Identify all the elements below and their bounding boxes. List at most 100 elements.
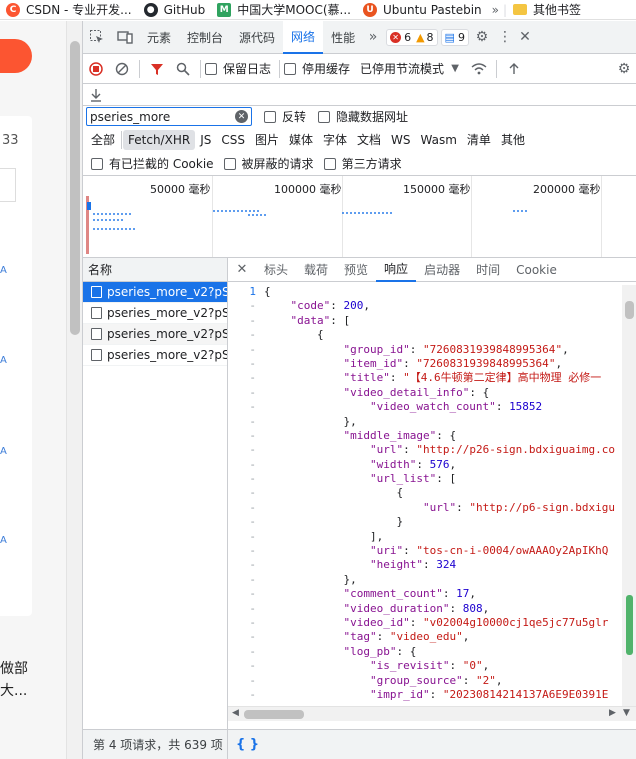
request-name: pseries_more_v2?pS... <box>107 327 227 341</box>
bookmark-ubuntu[interactable]: U Ubuntu Pastebin <box>357 0 488 19</box>
bookmark-github[interactable]: ● GitHub <box>138 0 212 19</box>
import-har-icon[interactable] <box>501 54 527 84</box>
timeline-label: 200000 毫秒 <box>533 183 601 196</box>
device-toolbar-icon[interactable] <box>111 21 139 54</box>
scrollbar-thumb[interactable] <box>625 301 634 319</box>
scroll-down-icon[interactable]: ▼ <box>623 708 630 718</box>
type-wasm[interactable]: Wasm <box>416 130 462 150</box>
message-count-badge[interactable]: ▤ 9 <box>440 28 469 46</box>
video-id-value: v02004g10000cj1qe5jc77u5glr <box>429 615 609 629</box>
request-row[interactable]: pseries_more_v2?pS... <box>83 282 227 303</box>
request-row[interactable]: pseries_more_v2?pS... <box>83 324 227 345</box>
chevron-down-icon[interactable]: ▼ <box>444 54 466 84</box>
response-horizontal-scrollbar[interactable]: ◀ ▶ ▼ <box>228 706 636 721</box>
height-value: 324 <box>436 558 457 572</box>
bookmark-mooc[interactable]: M 中国大学MOOC(慕... <box>211 0 357 19</box>
type-ws[interactable]: WS <box>386 130 415 150</box>
more-options-icon[interactable]: ⋮ <box>495 21 515 54</box>
record-stop-icon[interactable] <box>83 54 109 84</box>
type-manifest[interactable]: 清单 <box>462 130 496 150</box>
tab-payload[interactable]: 载荷 <box>296 258 336 282</box>
bookmark-label: 中国大学MOOC(慕... <box>237 3 351 17</box>
search-icon[interactable] <box>170 54 196 84</box>
other-bookmarks-folder[interactable]: 其他书签 <box>507 0 587 19</box>
close-devtools-icon[interactable]: ✕ <box>515 21 535 54</box>
bookmarks-overflow-button[interactable]: » <box>488 3 503 17</box>
tab-console[interactable]: 控制台 <box>179 21 231 54</box>
tab-preview[interactable]: 预览 <box>336 258 376 282</box>
scrollbar-thumb[interactable] <box>70 41 80 335</box>
type-doc[interactable]: 文档 <box>352 130 386 150</box>
tab-timing[interactable]: 时间 <box>468 258 508 282</box>
tab-headers[interactable]: 标头 <box>256 258 296 282</box>
type-js[interactable]: JS <box>195 130 216 150</box>
request-count-status: 第 4 项请求，共 639 项 <box>83 729 228 759</box>
page-text: 做部 <box>0 661 28 677</box>
warning-icon: ▲ <box>416 30 425 44</box>
disable-cache-checkbox[interactable] <box>284 62 297 75</box>
export-har-icon[interactable] <box>83 84 109 106</box>
error-count: 6 <box>404 30 412 44</box>
type-all[interactable]: 全部 <box>86 130 120 150</box>
network-overview-timeline[interactable]: 50000 毫秒 100000 毫秒 150000 毫秒 200000 毫秒 <box>83 176 636 258</box>
page-text: 大... <box>0 683 28 699</box>
scroll-left-icon[interactable]: ◀ <box>232 708 239 718</box>
filter-input[interactable] <box>90 109 235 124</box>
settings-gear-icon[interactable]: ⚙ <box>469 21 495 54</box>
response-code-view[interactable]: 1{ - "code": 200, - "data": [ - { - "gro… <box>228 285 622 706</box>
page-scrollbar[interactable] <box>66 21 82 759</box>
detail-tabs: ✕ 标头 载荷 预览 响应 启动器 时间 Cookie <box>228 258 636 282</box>
clear-log-icon[interactable] <box>109 54 135 84</box>
invert-label: 反转 <box>282 110 307 124</box>
tab-performance[interactable]: 性能 <box>323 21 363 54</box>
comment-count-value: 17 <box>456 587 470 601</box>
response-vertical-scrollbar[interactable] <box>622 285 636 706</box>
third-party-checkbox[interactable] <box>323 157 336 170</box>
type-other[interactable]: 其他 <box>496 130 530 150</box>
hide-data-urls-checkbox[interactable] <box>318 110 331 123</box>
image-url-value: http://p26-sign.bdxiguaimg.co <box>422 443 616 457</box>
bookmark-csdn[interactable]: C CSDN - 专业开发... <box>0 0 138 19</box>
request-row[interactable]: pseries_more_v2?pS... <box>83 345 227 366</box>
page-red-button[interactable] <box>0 39 32 73</box>
more-tabs-icon[interactable]: » <box>363 21 383 54</box>
type-font[interactable]: 字体 <box>318 130 352 150</box>
pretty-print-icon[interactable]: { } <box>228 737 259 752</box>
filter-input-box[interactable]: ✕ <box>86 107 252 126</box>
clear-filter-icon[interactable]: ✕ <box>235 110 248 123</box>
blocked-requests-checkbox[interactable] <box>223 157 236 170</box>
request-name: pseries_more_v2?pS... <box>107 285 227 299</box>
bookmark-label: GitHub <box>163 2 206 17</box>
blocked-cookies-checkbox[interactable] <box>91 157 103 170</box>
type-img[interactable]: 图片 <box>250 130 284 150</box>
network-conditions-icon[interactable] <box>466 54 492 84</box>
column-header-name[interactable]: 名称 <box>83 258 227 282</box>
page-mark: A <box>0 265 7 276</box>
tab-initiator[interactable]: 启动器 <box>416 258 468 282</box>
scroll-right-icon[interactable]: ▶ <box>609 708 616 718</box>
tab-network[interactable]: 网络 <box>283 20 324 54</box>
network-settings-gear-icon[interactable]: ⚙ <box>611 54 636 84</box>
page-number-text: 33 <box>2 133 19 148</box>
scrollbar-thumb[interactable] <box>244 710 304 719</box>
inspect-element-icon[interactable] <box>83 21 111 54</box>
filter-funnel-icon[interactable] <box>144 54 170 84</box>
type-media[interactable]: 媒体 <box>284 130 318 150</box>
error-count-badge[interactable]: ✕ 6 ▲ 8 <box>386 28 438 46</box>
invert-checkbox[interactable] <box>264 110 276 123</box>
tab-sources[interactable]: 源代码 <box>231 21 283 54</box>
third-party-label: 第三方请求 <box>341 157 402 171</box>
page-input-box[interactable] <box>0 168 16 202</box>
tab-cookies[interactable]: Cookie <box>508 258 565 282</box>
item-id-value: 7260831939848995364 <box>422 356 549 370</box>
csdn-icon: C <box>6 2 20 17</box>
type-fetch-xhr[interactable]: Fetch/XHR <box>123 129 196 150</box>
code-value: 200 <box>343 299 364 313</box>
type-css[interactable]: CSS <box>216 130 250 150</box>
tab-response[interactable]: 响应 <box>376 258 417 282</box>
close-detail-icon[interactable]: ✕ <box>228 258 256 282</box>
preserve-log-checkbox[interactable] <box>205 62 217 75</box>
throttling-select[interactable]: 已停用节流模式 <box>360 60 444 77</box>
request-row[interactable]: pseries_more_v2?pS... <box>83 303 227 324</box>
tab-elements[interactable]: 元素 <box>139 21 179 54</box>
